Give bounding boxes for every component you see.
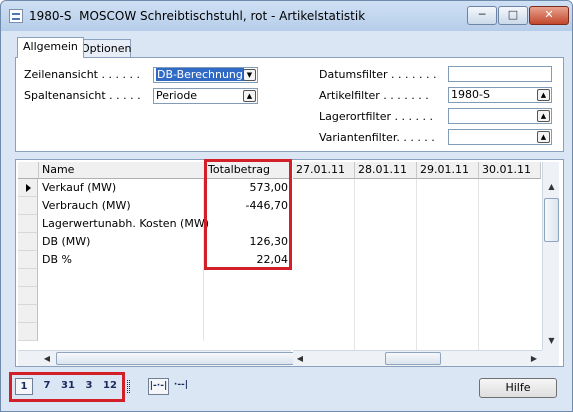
row-name-cell[interactable] [39,287,204,305]
row-total-cell[interactable] [205,269,291,287]
period-month-button[interactable]: 31 [58,378,78,395]
title-bar[interactable]: 1980-S MOSCOW Schreibtischstuhl, rot - A… [1,1,572,31]
matrix-row[interactable]: Verkauf (MW) 573,00 [18,179,291,197]
lagerortfilter-input[interactable]: ▲ [448,108,552,124]
tab-allgemein[interactable]: Allgemein [17,37,84,58]
row-name-cell[interactable]: DB (MW) [39,233,204,251]
lookup-arrow-icon[interactable]: ▲ [243,90,256,102]
matrix-row[interactable]: DB % 22,04 [18,251,291,269]
row-total-cell[interactable] [205,287,291,305]
close-button[interactable]: ✕ [529,6,569,25]
options-panel: Zeilenansicht . . . . . . DB-Berechnung … [15,57,564,152]
period-year-button[interactable]: 12 [100,378,120,395]
row-selector[interactable] [18,233,38,251]
lookup-arrow-icon[interactable]: ▲ [537,110,550,122]
lookup-arrow-icon[interactable]: ▲ [537,131,550,143]
scroll-left-icon[interactable]: ◀ [40,351,54,366]
scroll-up-icon[interactable]: ▲ [544,179,559,195]
column-divider [478,179,479,350]
current-row-indicator-icon[interactable] [18,179,38,197]
lagerortfilter-label: Lagerortfilter . . . . . . [319,110,434,123]
matrix-row[interactable]: Lagerwertunabh. Kosten (MW) [18,215,291,233]
right-horizontal-scroll-thumb[interactable] [385,352,441,365]
row-total-cell[interactable]: -446,70 [205,197,291,215]
row-selector[interactable] [18,287,38,305]
maximize-button[interactable]: □ [498,6,528,25]
zeilenansicht-combo[interactable]: DB-Berechnung ▼ [153,67,258,83]
row-name-cell[interactable] [39,323,204,341]
column-divider [416,179,417,350]
scroll-left-icon[interactable]: ◀ [293,351,307,366]
scroll-corner [542,350,559,366]
scroll-down-icon[interactable]: ▼ [544,333,559,349]
scroll-right-icon[interactable]: ▶ [527,351,541,366]
row-name-cell[interactable]: Verbrauch (MW) [39,197,204,215]
window-title: 1980-S MOSCOW Schreibtischstuhl, rot - A… [29,9,366,23]
zeilenansicht-label: Zeilenansicht . . . . . . [24,68,140,81]
period-column-header[interactable]: 28.01.11 [355,162,417,179]
period-column-header[interactable]: 29.01.11 [417,162,479,179]
spaltenansicht-combo[interactable]: Periode ▲ [153,88,258,104]
spaltenansicht-label: Spaltenansicht . . . . . [24,89,141,102]
row-selector-header [18,162,39,179]
window-app-icon [9,9,23,23]
matrix-row[interactable] [18,323,291,341]
balance-at-date-button[interactable]: ·--| [171,378,191,395]
lookup-arrow-icon[interactable]: ▲ [537,89,550,101]
row-total-cell[interactable]: 22,04 [205,251,291,269]
period-quarter-button[interactable]: 3 [82,378,96,395]
right-horizontal-scrollbar[interactable]: ◀ ▶ [293,350,542,366]
row-total-cell[interactable] [205,305,291,323]
row-selector[interactable] [18,305,38,323]
period-column-header[interactable]: 30.01.11 [479,162,541,179]
row-name-cell[interactable] [39,269,204,287]
left-horizontal-scroll-thumb[interactable] [56,352,296,365]
total-column-header[interactable]: Totalbetrag [205,162,291,179]
vertical-scrollbar[interactable]: ▲ ▼ [542,162,559,350]
row-selector[interactable] [18,269,38,287]
matrix-left-grid: Name Totalbetrag Verkauf (MW) 573,00 Verbr… [18,162,291,350]
artikelfilter-label: Artikelfilter . . . . . . . [319,89,429,102]
period-day-button[interactable]: 1 [15,378,33,395]
period-week-button[interactable]: 7 [39,378,55,395]
row-total-cell[interactable]: 573,00 [205,179,291,197]
row-selector[interactable] [18,215,38,233]
artikelfilter-input[interactable]: 1980-S ▲ [448,87,552,103]
vertical-scroll-thumb[interactable] [544,198,559,242]
datumsfilter-input[interactable] [448,66,552,82]
row-total-cell[interactable]: 126,30 [205,233,291,251]
row-name-cell[interactable] [39,305,204,323]
zeilenansicht-value: DB-Berechnung [156,68,244,81]
matrix-row[interactable] [18,269,291,287]
matrix-row[interactable]: DB (MW) 126,30 [18,233,291,251]
matrix-row[interactable] [18,287,291,305]
name-column-header[interactable]: Name [39,162,205,179]
column-divider [354,179,355,350]
variantenfilter-input[interactable]: ▲ [448,129,552,145]
datumsfilter-label: Datumsfilter . . . . . . . [319,68,437,81]
period-column-header[interactable]: 27.01.11 [293,162,355,179]
net-change-button[interactable]: |-·-| [148,378,169,395]
matrix-row[interactable]: Verbrauch (MW) -446,70 [18,197,291,215]
row-selector[interactable] [18,251,38,269]
row-name-cell[interactable]: DB % [39,251,204,269]
period-selector-separator-icon [127,380,130,393]
spaltenansicht-value: Periode [156,89,198,102]
row-selector[interactable] [18,323,38,341]
artikelfilter-value: 1980-S [451,88,490,101]
minimize-button[interactable]: ─ [467,6,497,25]
row-total-cell[interactable] [205,215,291,233]
statistics-window: 1980-S MOSCOW Schreibtischstuhl, rot - A… [0,0,573,412]
row-selector[interactable] [18,197,38,215]
row-name-cell[interactable]: Lagerwertunabh. Kosten (MW) [39,215,209,233]
variantenfilter-label: Variantenfilter. . . . . . [319,131,435,144]
left-horizontal-scrollbar[interactable]: ◀ [18,350,296,366]
row-name-cell[interactable]: Verkauf (MW) [39,179,204,197]
row-total-cell[interactable] [205,323,291,341]
help-button[interactable]: Hilfe [479,378,557,398]
dropdown-arrow-icon[interactable]: ▼ [243,69,256,81]
matrix-row[interactable] [18,305,291,323]
matrix-period-grid: 27.01.11 28.01.11 29.01.11 30.01.11 [293,162,541,350]
